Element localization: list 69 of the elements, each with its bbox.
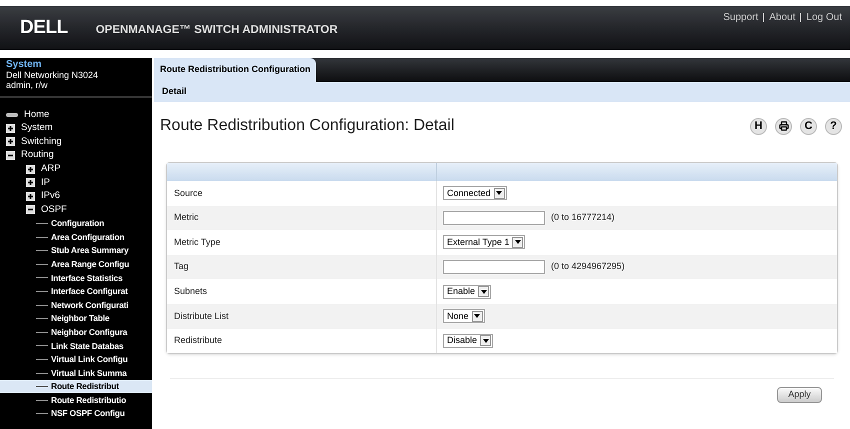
tree-item[interactable]: Route Redistribut [0,380,152,394]
tree-item[interactable]: Routing [0,148,152,162]
tree-item[interactable]: Stub Area Summary [0,244,152,258]
field-label: Source [174,186,203,200]
caret-icon [478,286,490,298]
tree-item[interactable]: Virtual Link Summa [0,366,152,380]
logo: DELL [20,16,68,40]
range-hint: (0 to 16777214) [551,211,615,224]
tree-item[interactable]: Route Redistributio [0,393,152,408]
system-title: System [6,60,43,70]
caret-icon [480,335,492,346]
expand-icon[interactable] [6,124,15,133]
page-title: Route Redistribution Configuration: Detail [160,116,454,136]
tree-item[interactable]: Area Configuration [0,230,152,244]
tree-item[interactable]: Virtual Link Configu [0,352,152,366]
header-link[interactable]: About [769,10,796,25]
collapse-icon[interactable] [6,151,15,160]
input-field[interactable] [443,210,545,225]
tree-item[interactable]: Interface Configurat [0,284,152,298]
tree-item[interactable]: IP [0,176,152,190]
range-hint: (0 to 4294967295) [551,260,625,274]
apply-button[interactable]: Apply [777,387,822,404]
tree-item[interactable]: Area Range Configu [0,258,152,272]
field-label: Distribute List [174,310,229,323]
home-icon [6,112,18,117]
tree-item[interactable]: System [0,122,152,136]
tree-item[interactable]: Link State Databas [0,339,152,353]
subtab[interactable]: Detail [162,85,187,99]
toolbar-button[interactable]: H [750,118,767,134]
field-label: Metric Type [174,236,220,249]
expand-icon[interactable] [26,192,35,201]
caret-icon [472,310,483,322]
caret-icon [512,236,524,248]
tree-item[interactable]: OSPF [0,203,152,217]
tree-item[interactable]: NSF OSPF Configu [0,407,152,421]
print-button[interactable] [775,118,792,134]
field-label: Metric [174,211,198,224]
printer-icon [778,121,788,131]
tree-item[interactable]: Switching [0,135,152,149]
header-link[interactable]: Support [723,10,758,25]
field-label: Redistribute [174,334,222,348]
toolbar-button[interactable]: ? [825,118,842,134]
tree-item[interactable]: Network Configurati [0,298,152,312]
user-info: admin, r/w [6,80,49,90]
tree-item[interactable]: IPv6 [0,190,152,204]
input-field[interactable] [443,260,545,274]
app-title: OPENMANAGE™ SWITCH ADMINISTRATOR [96,23,338,38]
tree-item[interactable]: Interface Statistics [0,271,152,285]
expand-icon[interactable] [6,137,15,146]
tree-item[interactable]: ARP [0,162,152,176]
dropdown[interactable]: Connected [443,186,507,200]
field-label: Tag [174,260,189,274]
field-label: Subnets [174,284,208,298]
dropdown[interactable]: External Type 1 [443,235,526,250]
tree-item[interactable]: Home [0,108,152,122]
tree-item[interactable]: Neighbor Configura [0,326,152,340]
tree-item[interactable]: Neighbor Table [0,312,152,326]
dropdown[interactable]: Disable [443,334,494,348]
header-link[interactable]: Log Out [806,10,842,25]
dropdown[interactable]: Enable [443,284,492,299]
device-name: Dell Networking N3024 [6,70,100,80]
tab[interactable]: Route Redistribution Configuration [154,58,316,82]
expand-icon[interactable] [26,164,35,174]
toolbar-button[interactable]: C [800,118,817,134]
collapse-icon[interactable] [26,205,35,214]
tree-item[interactable]: Configuration [0,216,152,230]
dropdown[interactable]: None [443,309,485,324]
caret-icon [494,188,505,199]
expand-icon[interactable] [26,178,35,188]
